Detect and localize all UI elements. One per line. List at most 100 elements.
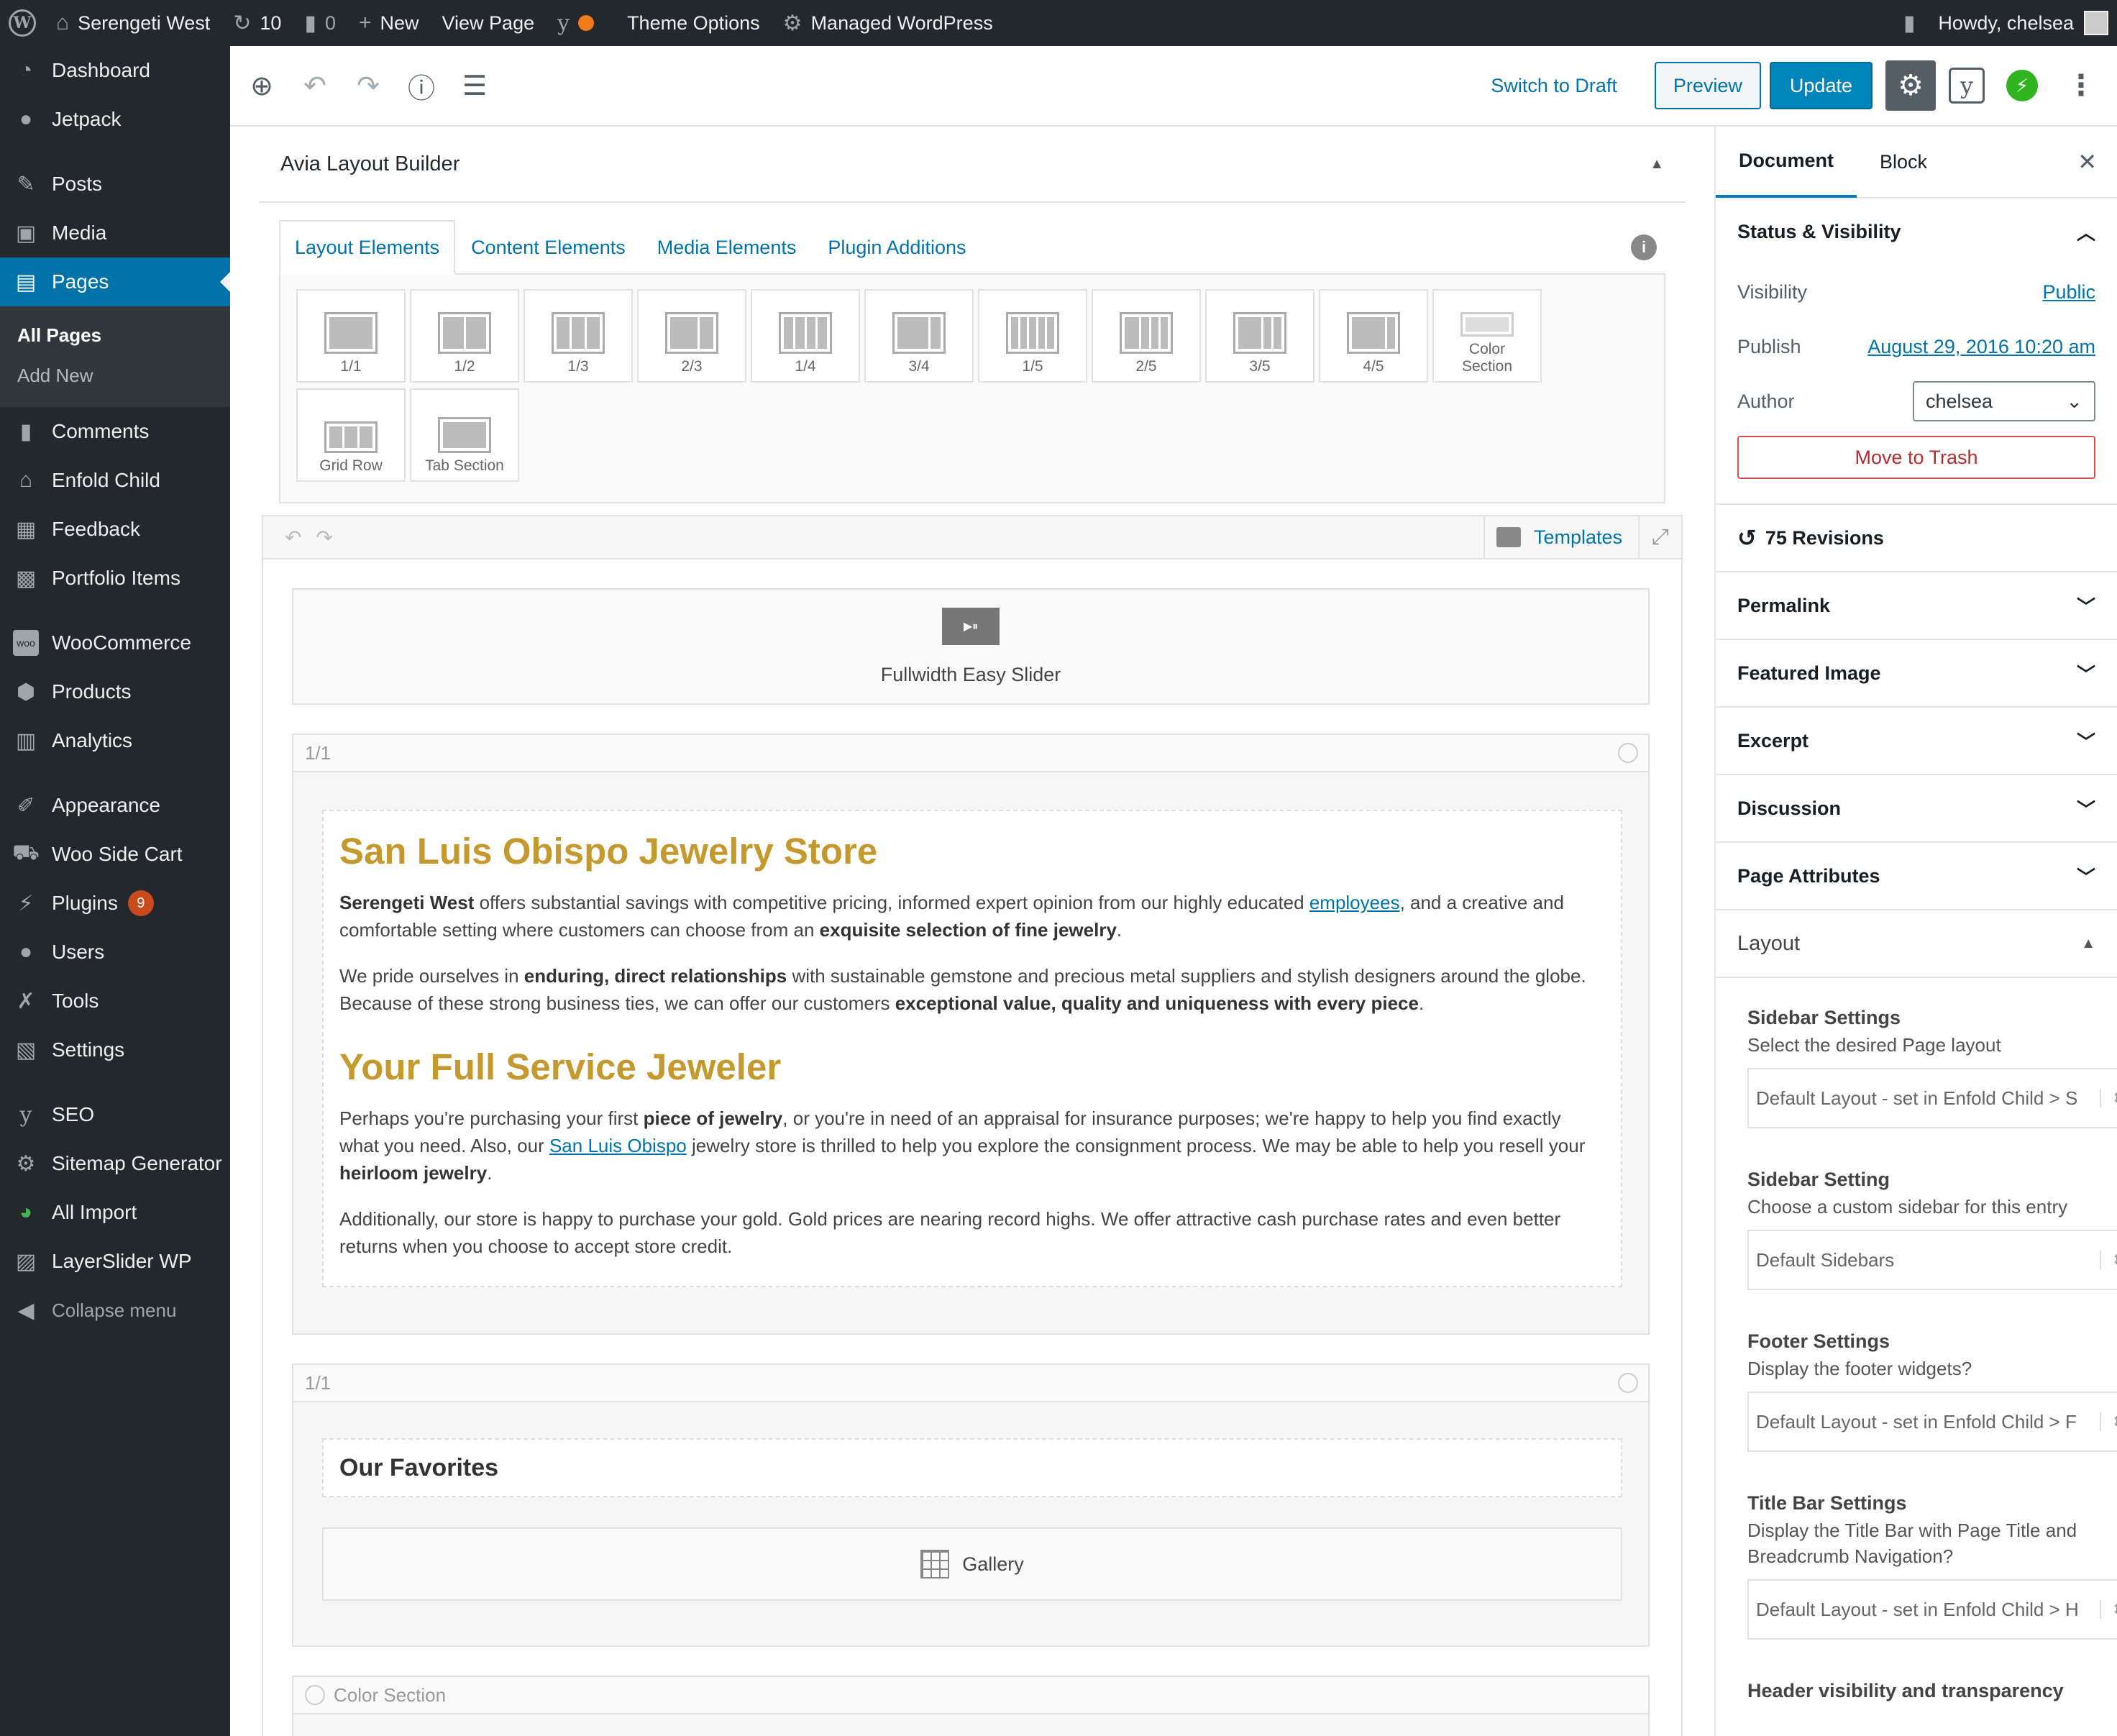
tab-media-elements[interactable]: Media Elements bbox=[641, 220, 813, 275]
menu-portfolio[interactable]: ▩ Portfolio Items bbox=[0, 554, 230, 603]
element-tab-section[interactable]: Tab Section bbox=[410, 388, 519, 482]
redo-icon[interactable]: ↷ bbox=[316, 526, 332, 549]
element-3-5[interactable]: 3/5 bbox=[1205, 289, 1314, 383]
account-link[interactable]: Howdy, chelsea bbox=[1926, 0, 2117, 46]
yoast-icon[interactable]: y bbox=[1949, 68, 1985, 104]
menu-pages[interactable]: ▤ Pages bbox=[0, 257, 230, 306]
menu-posts[interactable]: ✎ Posts bbox=[0, 160, 230, 209]
permalink-panel[interactable]: Permalink ﹀ bbox=[1716, 572, 2117, 640]
view-page-link[interactable]: View Page bbox=[431, 0, 547, 46]
menu-settings[interactable]: ▧ Settings bbox=[0, 1025, 230, 1074]
element-1-4[interactable]: 1/4 bbox=[751, 289, 860, 383]
menu-analytics[interactable]: ▥ Analytics bbox=[0, 716, 230, 765]
new-content-link[interactable]: + New bbox=[347, 0, 431, 46]
move-to-trash-button[interactable]: Move to Trash bbox=[1737, 436, 2095, 479]
element-grid-row[interactable]: Grid Row bbox=[296, 388, 406, 482]
menu-tools[interactable]: ✗ Tools bbox=[0, 977, 230, 1025]
collapse-arrow-icon[interactable]: ▲ bbox=[1650, 156, 1664, 173]
menu-enfold-child[interactable]: ⌂ Enfold Child bbox=[0, 456, 230, 505]
close-icon[interactable]: ✕ bbox=[2077, 148, 2097, 175]
footer-select[interactable]: Default Layout - set in Enfold Child > F bbox=[1747, 1392, 2117, 1452]
update-button[interactable]: Update bbox=[1769, 62, 1873, 109]
status-visibility-toggle[interactable]: Status & Visibility ︿ bbox=[1716, 198, 2117, 265]
tab-content-elements[interactable]: Content Elements bbox=[455, 220, 641, 275]
theme-options-link[interactable]: Theme Options bbox=[616, 0, 772, 46]
element-1-5[interactable]: 1/5 bbox=[978, 289, 1087, 383]
info-icon[interactable]: i bbox=[1631, 234, 1657, 260]
submenu-all-pages[interactable]: All Pages bbox=[0, 315, 230, 355]
add-block-icon[interactable]: ⊕ bbox=[240, 64, 283, 107]
avia-title-bar[interactable]: Avia Layout Builder ▲ bbox=[259, 127, 1686, 203]
element-2-5[interactable]: 2/5 bbox=[1092, 289, 1201, 383]
element-1-3[interactable]: 1/3 bbox=[523, 289, 633, 383]
discussion-panel[interactable]: Discussion ﹀ bbox=[1716, 775, 2117, 843]
san-luis-obispo-link[interactable]: San Luis Obispo bbox=[549, 1135, 687, 1156]
title-bar-select[interactable]: Default Layout - set in Enfold Child > H bbox=[1747, 1579, 2117, 1640]
page-layout-select[interactable]: Default Layout - set in Enfold Child > S bbox=[1747, 1068, 2117, 1128]
menu-feedback[interactable]: ▦ Feedback bbox=[0, 505, 230, 554]
info-icon[interactable]: ⓘ bbox=[400, 64, 443, 107]
menu-seo[interactable]: y SEO bbox=[0, 1090, 230, 1139]
gallery-element[interactable]: Gallery bbox=[322, 1527, 1622, 1601]
menu-appearance[interactable]: ✐ Appearance bbox=[0, 781, 230, 830]
element-1-2[interactable]: 1/2 bbox=[410, 289, 519, 383]
collapse-menu-button[interactable]: ◀ Collapse menu bbox=[0, 1286, 230, 1335]
tab-plugin-additions[interactable]: Plugin Additions bbox=[812, 220, 982, 275]
more-options-icon[interactable]: ⋮ bbox=[2067, 69, 2095, 102]
block-navigation-icon[interactable]: ☰ bbox=[453, 64, 496, 107]
column-1-1-second[interactable]: 1/1 Our Favorites Gallery bbox=[292, 1363, 1650, 1647]
element-4-5[interactable]: 4/5 bbox=[1319, 289, 1428, 383]
publish-date-link[interactable]: August 29, 2016 10:20 am bbox=[1867, 336, 2095, 358]
menu-dashboard[interactable]: ◔ Dashboard bbox=[0, 46, 230, 95]
undo-icon[interactable]: ↶ bbox=[293, 64, 337, 107]
visibility-link[interactable]: Public bbox=[2042, 281, 2095, 303]
jetpack-icon[interactable]: ⚡ bbox=[2006, 70, 2038, 101]
switch-to-draft-button[interactable]: Switch to Draft bbox=[1491, 75, 1617, 97]
tab-block[interactable]: Block bbox=[1857, 127, 1950, 198]
site-name-link[interactable]: ⌂ Serengeti West bbox=[45, 0, 221, 46]
notification-icon[interactable]: ▮ bbox=[1892, 0, 1927, 46]
comments-link[interactable]: ▮ 0 bbox=[293, 0, 347, 46]
wordpress-logo-icon[interactable]: W bbox=[0, 0, 45, 46]
column-options-icon[interactable] bbox=[1618, 743, 1638, 763]
favorites-heading-block[interactable]: Our Favorites bbox=[322, 1438, 1622, 1497]
settings-gear-icon[interactable]: ⚙ bbox=[1885, 60, 1936, 111]
column-options-icon[interactable] bbox=[1618, 1373, 1638, 1393]
element-3-4[interactable]: 3/4 bbox=[864, 289, 974, 383]
section-options-icon[interactable] bbox=[305, 1685, 325, 1705]
element-2-3[interactable]: 2/3 bbox=[637, 289, 746, 383]
redo-icon[interactable]: ↷ bbox=[347, 64, 390, 107]
menu-sitemap[interactable]: ⚙ Sitemap Generator bbox=[0, 1139, 230, 1188]
menu-products[interactable]: ⬢ Products bbox=[0, 667, 230, 716]
menu-plugins[interactable]: ⚡ Plugins 9 bbox=[0, 879, 230, 928]
revisions-panel[interactable]: ↺ 75 Revisions bbox=[1716, 505, 2117, 572]
submenu-add-new[interactable]: Add New bbox=[0, 355, 230, 396]
layout-panel[interactable]: Layout ▲ bbox=[1716, 910, 2117, 978]
tab-layout-elements[interactable]: Layout Elements bbox=[279, 220, 456, 275]
employees-link[interactable]: employees bbox=[1309, 892, 1400, 913]
tab-document[interactable]: Document bbox=[1716, 127, 1857, 198]
element-color-section[interactable]: Color Section bbox=[1432, 289, 1542, 383]
managed-wp-link[interactable]: ⚙ Managed WordPress bbox=[772, 0, 1005, 46]
featured-image-panel[interactable]: Featured Image ﹀ bbox=[1716, 640, 2117, 708]
menu-all-import[interactable]: ◕ All Import bbox=[0, 1188, 230, 1237]
menu-woo-side-cart[interactable]: ⛟ Woo Side Cart bbox=[0, 830, 230, 879]
color-section-element[interactable]: Color Section bbox=[292, 1676, 1650, 1736]
menu-jetpack[interactable]: ● Jetpack bbox=[0, 95, 230, 144]
templates-button[interactable]: Templates bbox=[1483, 516, 1638, 559]
fullwidth-slider-element[interactable]: ▶⏸ Fullwidth Easy Slider bbox=[292, 588, 1650, 705]
fullscreen-icon[interactable]: ⤢ bbox=[1638, 516, 1681, 559]
author-select[interactable]: chelsea ⌄ bbox=[1913, 381, 2095, 421]
menu-layerslider[interactable]: ▨ LayerSlider WP bbox=[0, 1237, 230, 1286]
excerpt-panel[interactable]: Excerpt ﹀ bbox=[1716, 708, 2117, 775]
menu-comments[interactable]: ▮ Comments bbox=[0, 407, 230, 456]
undo-icon[interactable]: ↶ bbox=[285, 526, 301, 549]
updates-link[interactable]: ↻ 10 bbox=[221, 0, 293, 46]
column-1-1-first[interactable]: 1/1 San Luis Obispo Jewelry Store Sereng… bbox=[292, 734, 1650, 1335]
menu-users[interactable]: ● Users bbox=[0, 928, 230, 977]
page-attributes-panel[interactable]: Page Attributes ﹀ bbox=[1716, 843, 2117, 910]
menu-woocommerce[interactable]: woo WooCommerce bbox=[0, 618, 230, 667]
custom-sidebar-select[interactable]: Default Sidebars bbox=[1747, 1230, 2117, 1290]
yoast-link[interactable]: y bbox=[546, 0, 616, 46]
text-block[interactable]: San Luis Obispo Jewelry Store Serengeti … bbox=[322, 810, 1622, 1287]
